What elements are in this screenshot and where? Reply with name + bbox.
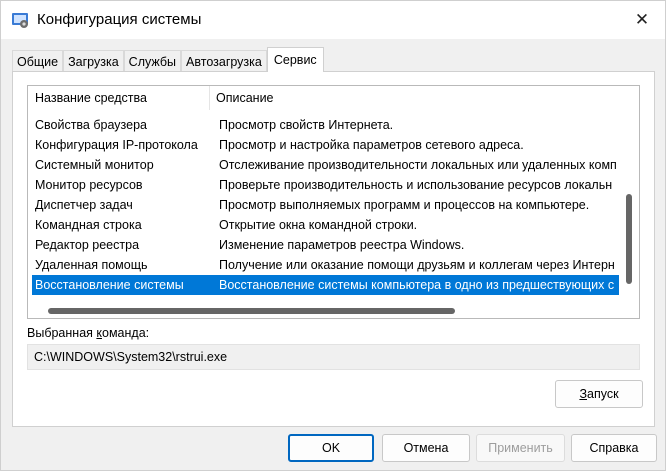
list-item-selected[interactable]: Восстановление системы Восстановление си… — [32, 275, 620, 295]
list-item[interactable]: Системный монитор Отслеживание производи… — [32, 155, 620, 175]
close-button[interactable]: ✕ — [619, 1, 665, 39]
tab-startup[interactable]: Автозагрузка — [181, 50, 267, 72]
horizontal-scrollbar[interactable] — [28, 302, 620, 318]
close-icon: ✕ — [634, 10, 650, 29]
list-item[interactable]: Конфигурация IP-протокола Просмотр и нас… — [32, 135, 620, 155]
tool-description: Открытие окна командной строки. — [219, 218, 418, 232]
selected-command-field[interactable]: C:\WINDOWS\System32\rstrui.exe — [27, 344, 640, 370]
tab-strip: Общие Загрузка Службы Автозагрузка Серви… — [12, 47, 324, 72]
list-header: Название средства Описание — [28, 86, 620, 110]
tab-services[interactable]: Службы — [123, 50, 182, 72]
tool-name: Конфигурация IP-протокола — [35, 138, 198, 152]
tab-boot[interactable]: Загрузка — [63, 50, 124, 72]
column-header-description[interactable]: Описание — [210, 86, 274, 110]
vertical-scroll-thumb[interactable] — [626, 194, 632, 284]
tool-name: Восстановление системы — [35, 278, 184, 292]
tool-description: Просмотр и настройка параметров сетевого… — [219, 138, 524, 152]
tool-name: Монитор ресурсов — [35, 178, 143, 192]
selected-command-label: Выбранная команда: — [27, 326, 150, 340]
vertical-scrollbar[interactable] — [619, 86, 639, 318]
tool-description: Восстановление системы компьютера в одно… — [219, 278, 615, 292]
tool-description: Получение или оказание помощи друзьям и … — [219, 258, 615, 272]
msconfig-app-icon — [11, 11, 29, 29]
tool-name: Удаленная помощь — [35, 258, 148, 272]
tool-description: Просмотр свойств Интернета. — [219, 118, 394, 132]
tool-description: Проверьте производительность и использов… — [219, 178, 613, 192]
tool-description: Отслеживание производительности локальны… — [219, 158, 617, 172]
list-item[interactable]: Монитор ресурсов Проверьте производитель… — [32, 175, 620, 195]
system-configuration-window: Конфигурация системы ✕ Общие Загрузка Сл… — [0, 0, 666, 471]
ok-button[interactable]: OK — [288, 434, 374, 462]
column-header-name[interactable]: Название средства — [28, 86, 210, 110]
apply-button[interactable]: Применить — [476, 434, 565, 462]
list-item[interactable]: Удаленная помощь Получение или оказание … — [32, 255, 620, 275]
tool-name: Командная строка — [35, 218, 142, 232]
tool-name: Редактор реестра — [35, 238, 140, 252]
selected-command-value: C:\WINDOWS\System32\rstrui.exe — [34, 350, 228, 364]
list-item[interactable]: Командная строка Открытие окна командной… — [32, 215, 620, 235]
horizontal-scroll-thumb[interactable] — [48, 308, 455, 314]
tool-name: Системный монитор — [35, 158, 154, 172]
tab-tools[interactable]: Сервис — [266, 47, 324, 72]
window-title: Конфигурация системы — [37, 11, 202, 28]
list-item[interactable]: Редактор реестра Изменение параметров ре… — [32, 235, 620, 255]
cancel-button[interactable]: Отмена — [382, 434, 470, 462]
title-bar: Конфигурация системы ✕ — [1, 1, 665, 39]
list-item[interactable]: Диспетчер задач Просмотр выполняемых про… — [32, 195, 620, 215]
launch-button[interactable]: Запуск — [555, 380, 643, 408]
tab-general[interactable]: Общие — [12, 50, 64, 72]
tools-list[interactable]: Название средства Описание Свойства брау… — [27, 85, 640, 319]
tools-tab-panel: Название средства Описание Свойства брау… — [12, 71, 655, 427]
list-rows: Свойства браузера Просмотр свойств Интер… — [32, 115, 620, 295]
tool-name: Свойства браузера — [35, 118, 147, 132]
tool-name: Диспетчер задач — [35, 198, 133, 212]
list-item[interactable]: Свойства браузера Просмотр свойств Интер… — [32, 115, 620, 135]
help-button[interactable]: Справка — [571, 434, 657, 462]
tool-description: Изменение параметров реестра Windows. — [219, 238, 465, 252]
tool-description: Просмотр выполняемых программ и процессо… — [219, 198, 590, 212]
